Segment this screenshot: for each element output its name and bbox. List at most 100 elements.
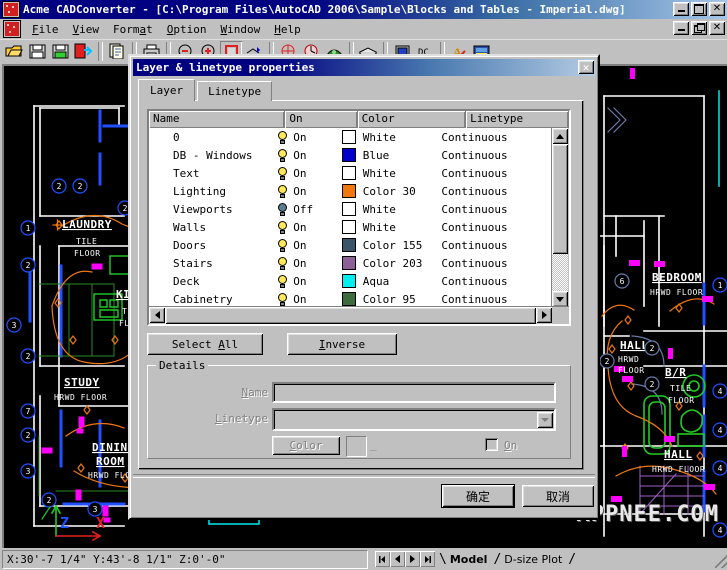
- save-as-icon[interactable]: [49, 41, 71, 62]
- batch-icon[interactable]: [106, 41, 128, 62]
- table-row[interactable]: 0 On White Continuous: [149, 128, 552, 146]
- cell-layer-on[interactable]: On: [277, 238, 342, 252]
- table-row[interactable]: DB - Windows On Blue Continuous: [149, 146, 552, 164]
- resize-grip[interactable]: [715, 554, 727, 568]
- color-swatch[interactable]: [341, 184, 356, 198]
- column-header-on[interactable]: On: [285, 111, 358, 128]
- column-header-linetype[interactable]: Linetype: [466, 111, 569, 128]
- list-vertical-scrollbar[interactable]: [551, 128, 569, 307]
- layout-tabs[interactable]: \ Model / D-size Plot /: [439, 550, 576, 568]
- cell-layer-color[interactable]: Aqua: [341, 274, 442, 288]
- lightbulb-on-icon[interactable]: [277, 238, 288, 252]
- lightbulb-on-icon[interactable]: [277, 256, 288, 270]
- table-row[interactable]: Cabinetry On Color 95 Continuous: [149, 290, 552, 307]
- color-swatch[interactable]: [341, 274, 356, 288]
- inverse-button[interactable]: Inverse: [287, 333, 397, 355]
- color-swatch[interactable]: [341, 292, 356, 306]
- minimize-button[interactable]: [673, 2, 689, 16]
- tab-layer[interactable]: Layer: [138, 79, 196, 101]
- cancel-button[interactable]: 取消: [522, 485, 594, 507]
- cell-layer-on[interactable]: On: [277, 166, 342, 180]
- mdi-close-button[interactable]: ✕: [709, 21, 725, 35]
- table-row[interactable]: Walls On White Continuous: [149, 218, 552, 236]
- layout-tab-dsize-plot[interactable]: D-size Plot: [501, 552, 569, 568]
- cell-layer-color[interactable]: White: [341, 202, 442, 216]
- table-row[interactable]: Stairs On Color 203 Continuous: [149, 254, 552, 272]
- cell-layer-color[interactable]: White: [341, 130, 442, 144]
- cell-layer-on[interactable]: On: [277, 130, 342, 144]
- table-row[interactable]: Viewports Off White Continuous: [149, 200, 552, 218]
- layer-list[interactable]: Name On Color Linetype 0 On White Continuou…: [147, 109, 571, 326]
- cell-layer-on[interactable]: On: [277, 256, 342, 270]
- dialog-tabstrip[interactable]: Layer Linetype: [138, 79, 274, 101]
- last-layout-button[interactable]: [420, 551, 435, 567]
- chevron-down-icon[interactable]: [537, 411, 553, 428]
- scroll-up-button[interactable]: [552, 128, 568, 144]
- tab-linetype[interactable]: Linetype: [197, 81, 273, 101]
- scroll-left-button[interactable]: [149, 307, 165, 323]
- details-name-field[interactable]: [272, 382, 556, 403]
- open-icon[interactable]: [3, 41, 25, 62]
- mdi-restore-button[interactable]: [691, 21, 707, 35]
- lightbulb-on-icon[interactable]: [277, 148, 288, 162]
- details-color-button[interactable]: Color: [272, 436, 340, 455]
- color-swatch[interactable]: [341, 238, 356, 252]
- next-layout-button[interactable]: [405, 551, 420, 567]
- cell-layer-on[interactable]: On: [277, 184, 342, 198]
- lightbulb-on-icon[interactable]: [277, 130, 288, 144]
- layer-rows[interactable]: 0 On White Continuous DB - Windows On Blue Cont…: [149, 128, 552, 307]
- lightbulb-on-icon[interactable]: [277, 166, 288, 180]
- lightbulb-off-icon[interactable]: [277, 202, 288, 216]
- table-row[interactable]: Text On White Continuous: [149, 164, 552, 182]
- lightbulb-on-icon[interactable]: [277, 184, 288, 198]
- cell-layer-color[interactable]: Blue: [341, 148, 442, 162]
- list-horizontal-scrollbar[interactable]: [149, 306, 569, 324]
- window-controls[interactable]: ✕: [673, 2, 725, 16]
- table-row[interactable]: Deck On Aqua Continuous: [149, 272, 552, 290]
- vertical-scroll-track[interactable]: [552, 254, 568, 291]
- scroll-right-button[interactable]: [536, 307, 552, 323]
- cell-layer-color[interactable]: Color 203: [341, 256, 442, 270]
- cell-layer-color[interactable]: White: [341, 220, 442, 234]
- color-swatch[interactable]: [341, 166, 356, 180]
- table-row[interactable]: Doors On Color 155 Continuous: [149, 236, 552, 254]
- column-header-color[interactable]: Color: [357, 111, 467, 128]
- lightbulb-on-icon[interactable]: [277, 220, 288, 234]
- details-on-checkbox[interactable]: [485, 438, 498, 451]
- export-icon[interactable]: [72, 41, 94, 62]
- first-layout-button[interactable]: [375, 551, 390, 567]
- mdi-controls[interactable]: ✕: [673, 21, 725, 35]
- cell-layer-on[interactable]: On: [277, 292, 342, 306]
- cell-layer-on[interactable]: On: [277, 274, 342, 288]
- color-swatch[interactable]: [341, 256, 356, 270]
- lightbulb-on-icon[interactable]: [277, 292, 288, 306]
- menu-item-option[interactable]: Option: [160, 22, 214, 37]
- dialog-close-button[interactable]: ✕: [578, 60, 594, 74]
- menu-item-file[interactable]: File: [25, 22, 66, 37]
- scroll-down-button[interactable]: [552, 291, 568, 307]
- menu-item-window[interactable]: Window: [214, 22, 268, 37]
- cell-layer-on[interactable]: Off: [277, 202, 342, 216]
- layout-tab-nav[interactable]: [375, 551, 435, 567]
- layout-tab-model[interactable]: Model: [446, 552, 494, 568]
- cell-layer-color[interactable]: Color 155: [341, 238, 442, 252]
- prev-layout-button[interactable]: [390, 551, 405, 567]
- menu-item-help[interactable]: Help: [267, 22, 308, 37]
- color-swatch[interactable]: [341, 148, 356, 162]
- color-swatch[interactable]: [341, 130, 356, 144]
- save-icon[interactable]: [26, 41, 48, 62]
- cell-layer-color[interactable]: Color 30: [341, 184, 442, 198]
- menu-item-format[interactable]: Format: [106, 22, 160, 37]
- ok-button[interactable]: 确定: [442, 485, 514, 507]
- details-linetype-combo[interactable]: [272, 408, 556, 431]
- select-all-button[interactable]: Select All: [147, 333, 263, 355]
- lightbulb-on-icon[interactable]: [277, 274, 288, 288]
- horizontal-scroll-thumb[interactable]: [165, 307, 536, 324]
- vertical-scroll-thumb[interactable]: [552, 144, 568, 254]
- cell-layer-color[interactable]: Color 95: [341, 292, 442, 306]
- column-header-name[interactable]: Name: [149, 111, 286, 128]
- cell-layer-on[interactable]: On: [277, 148, 342, 162]
- menu-item-view[interactable]: View: [66, 22, 107, 37]
- close-button[interactable]: ✕: [709, 2, 725, 16]
- color-swatch[interactable]: [341, 220, 356, 234]
